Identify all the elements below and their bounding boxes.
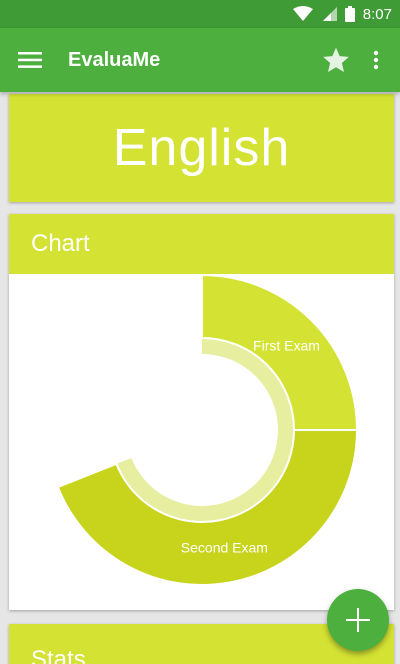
status-bar: 8:07 bbox=[0, 0, 400, 28]
pie-slice-label-2: Second Exam bbox=[181, 539, 268, 555]
chart-card: Chart First Exam Second Exam bbox=[9, 214, 394, 610]
chart-header-label: Chart bbox=[31, 230, 90, 257]
hamburger-menu-icon[interactable] bbox=[2, 28, 58, 92]
star-icon[interactable] bbox=[316, 28, 356, 92]
content-scroll[interactable]: English Chart First Exam Second Exam Stat… bbox=[0, 92, 400, 664]
subject-title: English bbox=[112, 119, 291, 177]
battery-icon bbox=[344, 6, 355, 22]
app-bar: EvaluaMe bbox=[0, 28, 400, 92]
donut-chart[interactable]: First Exam Second Exam bbox=[9, 273, 394, 610]
chart-area: First Exam Second Exam bbox=[9, 273, 394, 610]
add-fab-button[interactable] bbox=[327, 589, 389, 651]
more-vert-icon[interactable] bbox=[356, 28, 396, 92]
signal-icon bbox=[321, 6, 337, 22]
chart-header: Chart bbox=[9, 214, 394, 274]
app-title: EvaluaMe bbox=[68, 48, 161, 71]
status-time: 8:07 bbox=[362, 5, 392, 23]
wifi-icon bbox=[292, 6, 313, 22]
pie-slice-label-1: First Exam bbox=[253, 338, 320, 354]
stats-header-label: Stats bbox=[31, 646, 86, 664]
subject-card: English bbox=[9, 94, 394, 202]
plus-icon bbox=[346, 608, 370, 632]
